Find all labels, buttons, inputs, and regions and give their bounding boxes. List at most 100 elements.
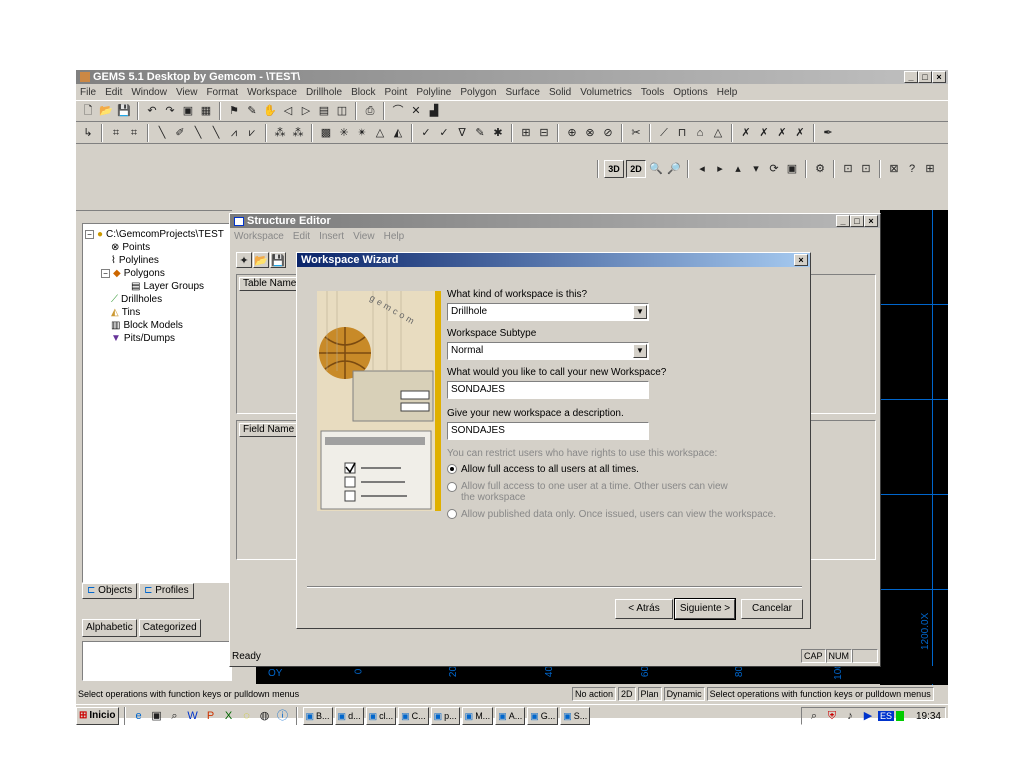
redraw-icon[interactable]: ▣ — [784, 161, 800, 177]
select2-icon[interactable]: ⊡ — [858, 161, 874, 177]
line-icon[interactable]: ╲ — [154, 125, 170, 141]
access-option-1-radio[interactable] — [447, 464, 457, 475]
tab-alphabetic[interactable]: Alphabetic — [82, 619, 137, 637]
table-name-header[interactable]: Table Name — [239, 277, 299, 291]
select-icon[interactable]: ⊡ — [840, 161, 856, 177]
menu-help[interactable]: Help — [717, 87, 738, 98]
access-option-3-radio[interactable] — [447, 509, 457, 520]
surface-icon[interactable]: ◭ — [390, 125, 406, 141]
frame-icon[interactable]: ⊓ — [674, 125, 690, 141]
taskbar-button[interactable]: ▣ d... — [334, 706, 364, 725]
graphics-canvas[interactable]: 1200.0X — [880, 210, 948, 685]
taskbar-button[interactable]: ▣ A... — [495, 706, 526, 725]
se-open-icon[interactable]: 📂 — [253, 252, 269, 268]
access-option-1[interactable]: Allow full access to all users at all ti… — [447, 464, 807, 475]
star-icon[interactable]: ✳ — [336, 125, 352, 141]
se-save-icon[interactable]: 💾 — [270, 252, 286, 268]
taskbar-button[interactable]: ▣ C... — [398, 706, 429, 725]
v-icon[interactable]: ∇ — [454, 125, 470, 141]
ppt-icon[interactable]: P — [203, 708, 219, 724]
menu-point[interactable]: Point — [385, 87, 408, 98]
tray-speaker-icon[interactable]: ♪ — [842, 708, 858, 724]
info-icon[interactable]: ⓘ — [275, 708, 291, 724]
taskbar-button[interactable]: ▣ B... — [302, 706, 333, 725]
tray-play-icon[interactable]: ▶ — [860, 708, 876, 724]
minimize-button[interactable]: _ — [904, 71, 918, 83]
hand-icon[interactable]: ✋ — [262, 103, 278, 119]
menu-format[interactable]: Format — [206, 87, 238, 98]
access-option-2[interactable]: Allow full access to one user at a time.… — [447, 481, 737, 503]
polyline-icon[interactable]: ⩘ — [226, 125, 242, 141]
edit-line-icon[interactable]: ✐ — [172, 125, 188, 141]
tree-item-block-models[interactable]: ▥ Block Models — [85, 319, 229, 332]
digitize-icon[interactable]: ↳ — [80, 125, 96, 141]
menu-options[interactable]: Options — [673, 87, 707, 98]
bulb-icon[interactable]: ◌ — [239, 708, 255, 724]
tab-profiles[interactable]: ⊏ Profiles — [139, 583, 194, 599]
graph-icon[interactable]: ▟ — [426, 103, 442, 119]
query-icon[interactable]: ⊠ — [886, 161, 902, 177]
print-icon[interactable]: ⎙ — [362, 103, 378, 119]
tri2-icon[interactable]: △ — [710, 125, 726, 141]
line2-icon[interactable]: ╲ — [190, 125, 206, 141]
new-file-icon[interactable]: 🗋 — [80, 103, 96, 119]
subtype-select[interactable]: Normal ▼ — [447, 342, 649, 360]
tag-icon[interactable]: ⊕ — [564, 125, 580, 141]
se-new-icon[interactable]: ✦ — [236, 252, 252, 268]
subtype-dropdown-arrow-icon[interactable]: ▼ — [633, 344, 647, 358]
taskbar-button[interactable]: ▣ M... — [461, 706, 494, 725]
wizard-close-button[interactable]: × — [794, 254, 808, 266]
tree-item-points[interactable]: ⊗ Points — [85, 241, 229, 254]
excel-icon[interactable]: X — [221, 708, 237, 724]
search-icon[interactable]: ⌕ — [167, 708, 183, 724]
view-icon[interactable]: ◫ — [334, 103, 350, 119]
se-minimize-button[interactable]: _ — [836, 215, 850, 227]
tag2-icon[interactable]: ⊗ — [582, 125, 598, 141]
tree-item-layer-groups[interactable]: ▤ Layer Groups — [85, 280, 229, 293]
kind-select[interactable]: Drillhole ▼ — [447, 303, 649, 321]
kind-dropdown-arrow-icon[interactable]: ▼ — [633, 305, 647, 319]
menu-workspace[interactable]: Workspace — [247, 87, 297, 98]
tray-shield-icon[interactable]: ⛨ — [824, 708, 840, 724]
view-3d-button[interactable]: 3D — [604, 160, 624, 178]
tab-objects[interactable]: ⊏ Objects — [82, 583, 138, 599]
x3-icon[interactable]: ✗ — [774, 125, 790, 141]
polyline2-icon[interactable]: ⩗ — [244, 125, 260, 141]
maximize-button[interactable]: □ — [918, 71, 932, 83]
menu-drillhole[interactable]: Drillhole — [306, 87, 342, 98]
tool-icon[interactable]: ✎ — [244, 103, 260, 119]
tag3-icon[interactable]: ⊘ — [600, 125, 616, 141]
star2-icon[interactable]: ✴ — [354, 125, 370, 141]
table-icon[interactable]: ▤ — [316, 103, 332, 119]
cross-icon[interactable]: ✕ — [408, 103, 424, 119]
menu-polygon[interactable]: Polygon — [460, 87, 496, 98]
block-icon[interactable]: ▩ — [318, 125, 334, 141]
doc-icon[interactable]: ⊟ — [536, 125, 552, 141]
start-button[interactable]: ⊞ Inicio — [76, 706, 119, 725]
menu-block[interactable]: Block — [351, 87, 375, 98]
edit2-icon[interactable]: ✎ — [472, 125, 488, 141]
se-close-button[interactable]: × — [864, 215, 878, 227]
asterisk-icon[interactable]: ✱ — [490, 125, 506, 141]
language-indicator[interactable]: ES — [877, 711, 894, 721]
zoom-doc-icon[interactable]: ⊞ — [518, 125, 534, 141]
ie-icon[interactable]: e — [131, 708, 147, 724]
check2-icon[interactable]: ✓ — [436, 125, 452, 141]
x4-icon[interactable]: ✗ — [792, 125, 808, 141]
snap2-icon[interactable]: ⌗ — [126, 125, 142, 141]
next-icon[interactable]: ▷ — [298, 103, 314, 119]
se-menu-workspace[interactable]: Workspace — [234, 231, 284, 242]
field-name-header[interactable]: Field Name — [239, 423, 299, 437]
triangle-icon[interactable]: △ — [372, 125, 388, 141]
menu-view[interactable]: View — [176, 87, 198, 98]
cancel-button[interactable]: Cancelar — [741, 599, 803, 619]
prev-icon[interactable]: ◁ — [280, 103, 296, 119]
se-menu-view[interactable]: View — [353, 231, 375, 242]
open-folder-icon[interactable]: 📂 — [98, 103, 114, 119]
scissors-icon[interactable]: ✂ — [628, 125, 644, 141]
tree-item-pits-dumps[interactable]: ▼ Pits/Dumps — [85, 332, 229, 345]
se-menu-insert[interactable]: Insert — [319, 231, 344, 242]
menu-tools[interactable]: Tools — [641, 87, 664, 98]
tree-item-polygons[interactable]: − ◆ Polygons — [85, 267, 229, 280]
access-option-2-radio[interactable] — [447, 482, 457, 492]
